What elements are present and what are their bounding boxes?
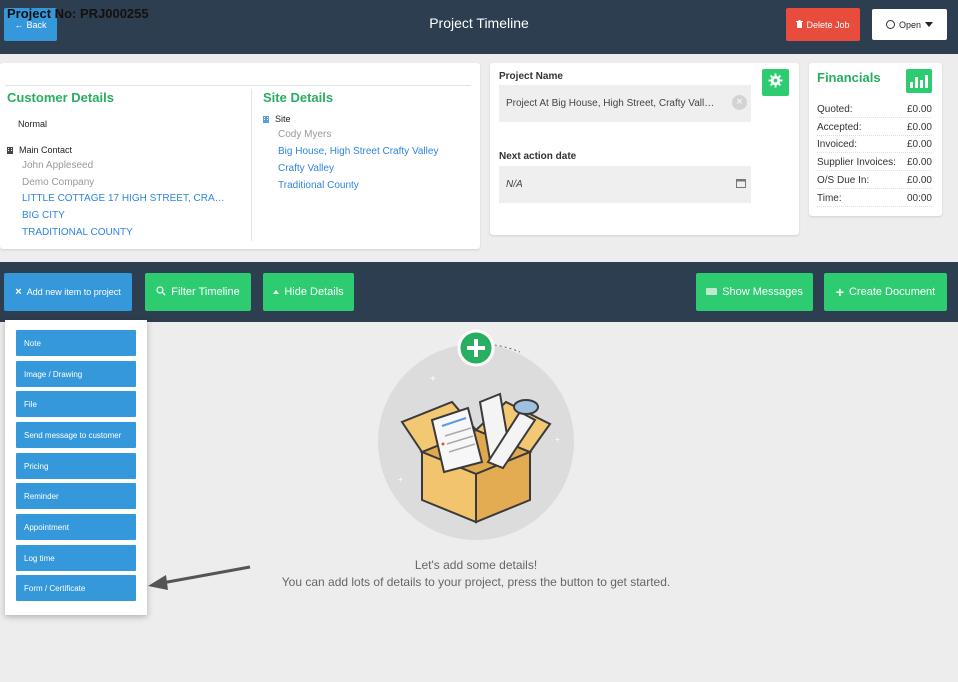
financial-row-quoted: Quoted: £0.00 [817, 104, 932, 118]
empty-box-illustration: + + + [370, 322, 580, 552]
menu-item-reminder[interactable]: Reminder [16, 483, 136, 509]
search-icon [156, 285, 166, 299]
create-document-label: Create Document [848, 286, 936, 298]
building-icon [263, 115, 269, 125]
show-messages-label: Show Messages [722, 286, 803, 298]
clear-icon[interactable]: × [732, 95, 747, 110]
customer-address-line1[interactable]: LITTLE COTTAGE 17 HIGH STREET, CRA… [22, 193, 225, 204]
status-dropdown[interactable]: Open [872, 9, 947, 40]
financial-row-time: Time: 00:00 [817, 193, 932, 207]
financial-row-invoiced: Invoiced: £0.00 [817, 139, 932, 153]
circle-icon [885, 20, 895, 29]
gear-icon [768, 72, 783, 93]
project-name-field[interactable]: Project At Big House, High Street, Craft… [499, 85, 751, 122]
caret-up-icon [273, 290, 280, 294]
next-action-value: N/A [506, 179, 523, 190]
hide-details-button[interactable]: Hide Details [263, 273, 354, 311]
plus-icon: + [835, 284, 844, 300]
trash-icon [796, 19, 804, 30]
divider [5, 85, 471, 86]
customer-address-line3[interactable]: TRADITIONAL COUNTY [22, 227, 133, 238]
next-action-date-field[interactable]: N/A [499, 166, 751, 203]
menu-item-form-certificate[interactable]: Form / Certificate [16, 575, 136, 601]
menu-item-appointment[interactable]: Appointment [16, 514, 136, 540]
timeline-toolbar [0, 262, 958, 322]
project-name-value: Project At Big House, High Street, Craft… [506, 98, 715, 109]
customer-contact-name: John Appleseed [22, 160, 94, 171]
site-address-line3[interactable]: Traditional County [278, 180, 359, 191]
menu-item-log-time[interactable]: Log time [16, 545, 136, 571]
next-action-label: Next action date [499, 151, 577, 162]
customer-details-title: Customer Details [7, 90, 114, 105]
svg-text:+: + [398, 475, 403, 484]
filter-timeline-label: Filter Timeline [171, 286, 240, 298]
customer-address-line2[interactable]: BIG CITY [22, 210, 65, 221]
site-contact-name: Cody Myers [278, 129, 332, 140]
site-heading: Site [263, 114, 291, 125]
add-new-item-button[interactable]: × Add new item to project [4, 273, 132, 311]
financials-title: Financials [817, 70, 881, 85]
project-name-label: Project Name [499, 71, 563, 82]
building-icon [7, 146, 13, 156]
svg-text:+: + [430, 374, 436, 385]
financial-row-supplier-invoices: Supplier Invoices: £0.00 [817, 157, 932, 171]
financial-row-accepted: Accepted: £0.00 [817, 122, 932, 136]
main-contact-heading: Main Contact [7, 145, 72, 156]
add-new-item-label: Add new item to project [26, 287, 121, 297]
menu-item-file[interactable]: File [16, 391, 136, 417]
financials-chart-button[interactable] [906, 69, 932, 93]
settings-button[interactable] [762, 69, 789, 96]
menu-item-note[interactable]: Note [16, 330, 136, 356]
svg-text:+: + [555, 435, 560, 444]
menu-item-pricing[interactable]: Pricing [16, 453, 136, 479]
filter-timeline-button[interactable]: Filter Timeline [145, 273, 251, 311]
add-item-menu: Note Image / Drawing File Send message t… [5, 320, 147, 615]
project-number: Project No: PRJ000255 [7, 6, 149, 21]
column-divider [251, 89, 252, 241]
site-address-line2[interactable]: Crafty Valley [278, 163, 334, 174]
menu-item-image-drawing[interactable]: Image / Drawing [16, 361, 136, 387]
financial-row-os-due-in: O/S Due In: £0.00 [817, 175, 932, 189]
menu-item-send-message[interactable]: Send message to customer [16, 422, 136, 448]
hide-details-label: Hide Details [284, 286, 344, 298]
customer-type: Normal [18, 119, 48, 129]
status-label: Open [898, 19, 922, 30]
create-document-button[interactable]: + Create Document [824, 273, 947, 311]
customer-company: Demo Company [22, 177, 95, 188]
site-address-line1[interactable]: Big House, High Street Crafty Valley [278, 146, 438, 157]
site-details-title: Site Details [263, 90, 334, 105]
delete-job-label: Delete Job [806, 19, 850, 30]
arrow-left-icon [148, 562, 252, 595]
keyboard-icon [706, 286, 718, 298]
close-icon: × [15, 286, 22, 298]
caret-down-icon [925, 22, 934, 27]
delete-job-button[interactable]: Delete Job [786, 8, 860, 41]
calendar-icon[interactable] [736, 178, 746, 191]
bar-chart-icon [910, 82, 913, 88]
show-messages-button[interactable]: Show Messages [696, 273, 813, 311]
